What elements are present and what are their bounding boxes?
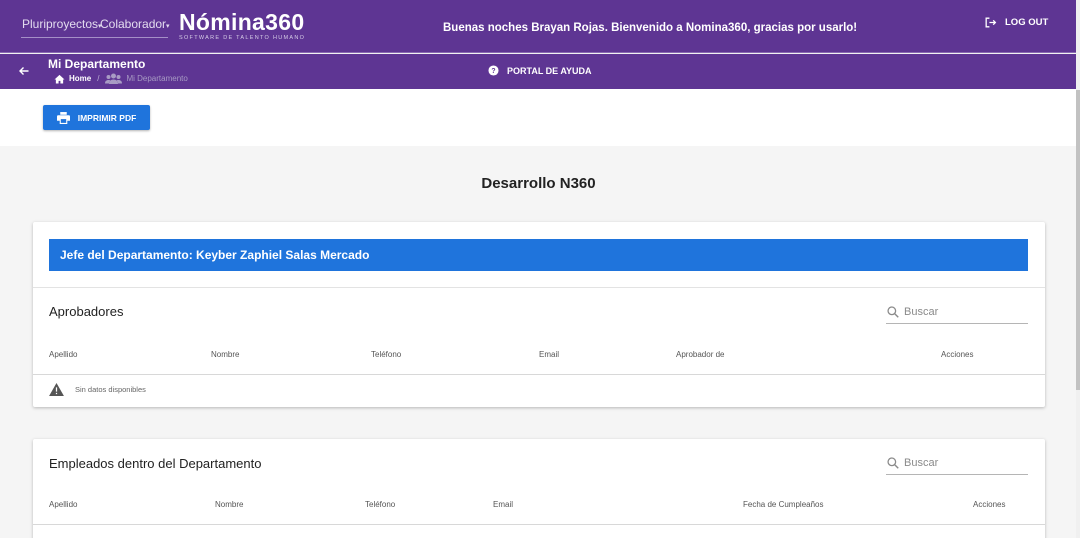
column-header-acciones: Acciones	[941, 350, 974, 359]
top-header: Pluriproyectos▾ Colaborador▾ Nómina360 S…	[0, 0, 1080, 53]
brand-name: Nómina360	[179, 9, 305, 35]
approvers-card: Jefe del Departamento: Keyber Zaphiel Sa…	[33, 222, 1045, 407]
logout-button[interactable]: LOG OUT	[984, 16, 1048, 29]
department-chief-banner: Jefe del Departamento: Keyber Zaphiel Sa…	[49, 239, 1028, 271]
home-icon	[54, 74, 65, 84]
profile-name: Colaborador	[100, 17, 167, 31]
print-pdf-label: IMPRIMIR PDF	[77, 112, 137, 123]
column-header-telefono[interactable]: Teléfono	[365, 500, 395, 509]
sub-header: Mi Departamento Home / Mi Departamento ?…	[0, 54, 1080, 89]
department-title: Desarrollo N360	[481, 175, 596, 192]
group-icon	[105, 73, 123, 84]
column-header-aprobador-de[interactable]: Aprobador de	[676, 350, 724, 359]
breadcrumb-home[interactable]: Home	[69, 74, 91, 83]
scrollbar-thumb[interactable]	[1076, 90, 1080, 390]
help-portal-link[interactable]: ? PORTAL DE AYUDA	[488, 65, 592, 76]
employees-title: Empleados dentro del Departamento	[49, 456, 262, 471]
breadcrumb: Home / Mi Departamento	[54, 73, 188, 84]
no-data-text: Sin datos disponibles	[75, 385, 146, 394]
company-name: Pluriproyectos	[22, 17, 99, 31]
page-scrollbar[interactable]	[1076, 0, 1080, 538]
profile-selector[interactable]: Colaborador▾	[100, 17, 170, 31]
column-header-acciones: Acciones	[973, 500, 1006, 509]
breadcrumb-current: Mi Departamento	[126, 74, 188, 83]
logout-label: LOG OUT	[1005, 17, 1049, 28]
employees-search[interactable]: Buscar	[886, 451, 1028, 475]
svg-text:?: ?	[491, 68, 495, 75]
page-title: Mi Departamento	[48, 57, 146, 71]
breadcrumb-separator: /	[97, 74, 100, 83]
selector-underline	[21, 37, 168, 38]
logout-icon	[985, 17, 997, 28]
column-header-nombre[interactable]: Nombre	[211, 350, 239, 359]
brand-tagline: SOFTWARE DE TALENTO HUMANO	[179, 35, 306, 41]
column-header-email[interactable]: Email	[493, 500, 513, 509]
help-label: PORTAL DE AYUDA	[507, 65, 592, 76]
search-icon	[887, 305, 899, 318]
back-arrow-icon[interactable]	[18, 64, 30, 80]
table-header-divider	[33, 374, 1045, 375]
brand-logo: Nómina360 SOFTWARE DE TALENTO HUMANO	[179, 10, 305, 41]
column-header-telefono[interactable]: Teléfono	[371, 350, 401, 359]
divider	[33, 287, 1045, 288]
column-header-nombre[interactable]: Nombre	[215, 500, 243, 509]
printer-icon	[56, 111, 70, 124]
employees-card: Empleados dentro del Departamento Buscar…	[33, 439, 1045, 538]
toolbar: IMPRIMIR PDF	[0, 89, 1080, 146]
approvers-title: Aprobadores	[49, 304, 124, 319]
employees-search-input[interactable]: Buscar	[904, 457, 938, 469]
chevron-down-icon: ▾	[166, 23, 170, 30]
column-header-fecha-cumpleanos[interactable]: Fecha de Cumpleaños	[743, 500, 824, 509]
warning-icon	[49, 383, 64, 396]
no-data-message: Sin datos disponibles	[49, 383, 146, 396]
company-selector[interactable]: Pluriproyectos▾	[22, 17, 102, 31]
column-header-apellido[interactable]: Apellido	[49, 350, 77, 359]
column-header-apellido[interactable]: Apellido	[49, 500, 77, 509]
welcome-message: Buenas noches Brayan Rojas. Bienvenido a…	[443, 22, 858, 34]
approvers-search[interactable]: Buscar	[886, 300, 1028, 324]
search-icon	[887, 456, 899, 469]
column-header-email[interactable]: Email	[539, 350, 559, 359]
help-icon: ?	[488, 65, 499, 76]
approvers-search-input[interactable]: Buscar	[904, 306, 938, 318]
print-pdf-button[interactable]: IMPRIMIR PDF	[43, 105, 150, 130]
table-header-divider	[33, 524, 1045, 525]
